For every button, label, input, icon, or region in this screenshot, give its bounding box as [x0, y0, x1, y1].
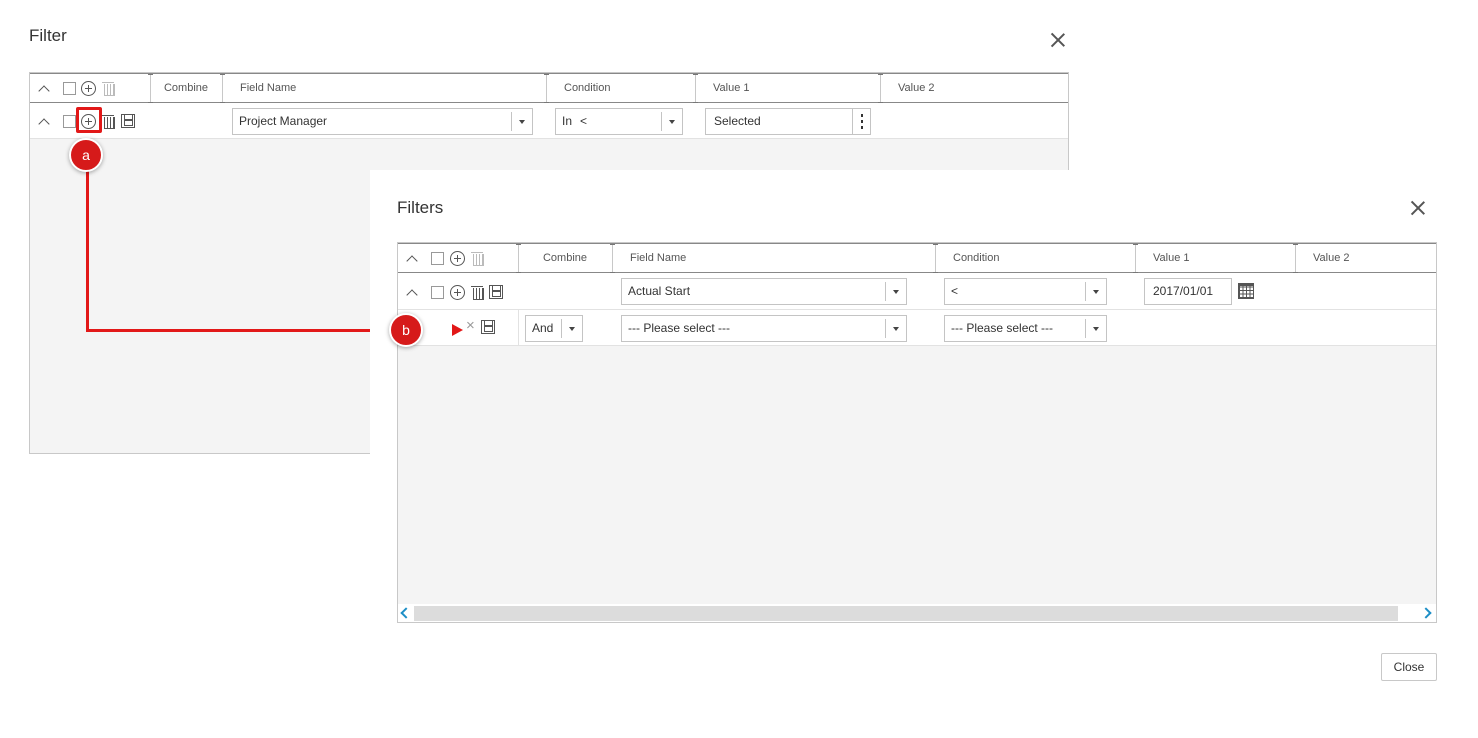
field-name-select[interactable]: Project Manager	[232, 108, 533, 135]
header-value2: Value 2	[898, 82, 935, 94]
add-condition-icon[interactable]	[81, 81, 96, 96]
header-field-name: Field Name	[630, 252, 687, 264]
filters-grid: Combine Field Name Condition Value 1 Val…	[397, 242, 1437, 623]
header-field-name: Field Name	[240, 82, 297, 94]
callout-a-highlight	[76, 107, 102, 133]
filters-grid-header: Combine Field Name Condition Value 1 Val…	[398, 243, 1436, 273]
add-sub-condition-icon[interactable]	[450, 285, 465, 300]
callout-b: b	[389, 313, 423, 347]
combine-select[interactable]: And	[525, 315, 583, 342]
callout-a: a	[69, 138, 103, 172]
select-all-checkbox[interactable]	[431, 252, 444, 265]
value1-date-input[interactable]: 2017/01/01	[1144, 278, 1232, 305]
collapse-row-icon[interactable]	[39, 117, 49, 127]
chevron-down-icon	[885, 319, 906, 338]
callout-arrow-head	[452, 324, 463, 336]
calendar-icon[interactable]	[1238, 283, 1254, 299]
save-row-icon[interactable]	[121, 114, 135, 128]
filter-row-new: × And --- Please select --- --- Please s…	[398, 310, 1436, 346]
delete-row-icon[interactable]	[102, 114, 115, 129]
filters-dialog-title: Filters	[397, 198, 444, 217]
condition-select[interactable]: <	[944, 278, 1107, 305]
header-combine: Combine	[542, 252, 588, 264]
add-condition-icon[interactable]	[450, 251, 465, 266]
callout-connector-vertical	[86, 170, 89, 331]
header-condition: Condition	[953, 252, 1000, 264]
scrollbar-track[interactable]	[414, 606, 1398, 621]
filters-dialog: Filters Combine Field Name Condition Val…	[370, 170, 1478, 738]
filter-grid-header: Combine Field Name Condition Value 1 Val…	[30, 73, 1068, 103]
row-checkbox[interactable]	[431, 286, 444, 299]
header-value1: Value 1	[713, 82, 750, 94]
chevron-down-icon	[511, 112, 532, 131]
collapse-all-icon[interactable]	[39, 84, 49, 94]
filter-dialog-title: Filter	[29, 26, 67, 45]
close-icon[interactable]	[1409, 199, 1427, 217]
condition-select[interactable]: --- Please select ---	[944, 315, 1107, 342]
chevron-down-icon	[885, 282, 906, 301]
chevron-down-icon	[561, 319, 582, 338]
condition-select[interactable]: In <	[555, 108, 683, 135]
filter-row-actual-start: Actual Start < 2017/01/01	[398, 273, 1436, 310]
filter-row: Project Manager In < Selected	[30, 103, 1068, 139]
chevron-down-icon	[1085, 319, 1106, 338]
cancel-row-icon[interactable]: ×	[466, 318, 475, 334]
collapse-row-icon[interactable]	[407, 288, 417, 298]
close-button[interactable]: Close	[1381, 653, 1437, 681]
header-combine: Combine	[163, 82, 209, 94]
header-condition: Condition	[564, 82, 611, 94]
field-name-select[interactable]: --- Please select ---	[621, 315, 907, 342]
delete-all-icon	[102, 81, 115, 96]
row-checkbox[interactable]	[63, 115, 76, 128]
value1-picker[interactable]: Selected	[705, 108, 871, 135]
header-value1: Value 1	[1153, 252, 1190, 264]
field-name-select[interactable]: Actual Start	[621, 278, 907, 305]
delete-row-icon[interactable]	[471, 285, 484, 300]
delete-all-icon	[471, 251, 484, 266]
collapse-all-icon[interactable]	[407, 254, 417, 264]
header-value2: Value 2	[1313, 252, 1350, 264]
select-all-checkbox[interactable]	[63, 82, 76, 95]
filter-close-icon[interactable]	[1049, 31, 1067, 49]
save-row-icon[interactable]	[489, 285, 503, 299]
callout-connector-horizontal	[86, 329, 404, 332]
scroll-left-icon[interactable]	[400, 607, 412, 619]
chevron-down-icon	[1085, 282, 1106, 301]
scroll-right-icon[interactable]	[1420, 607, 1432, 619]
chevron-down-icon	[661, 112, 682, 131]
horizontal-scrollbar[interactable]	[398, 604, 1436, 622]
more-vertical-icon[interactable]	[852, 109, 870, 134]
save-row-icon[interactable]	[481, 320, 495, 334]
